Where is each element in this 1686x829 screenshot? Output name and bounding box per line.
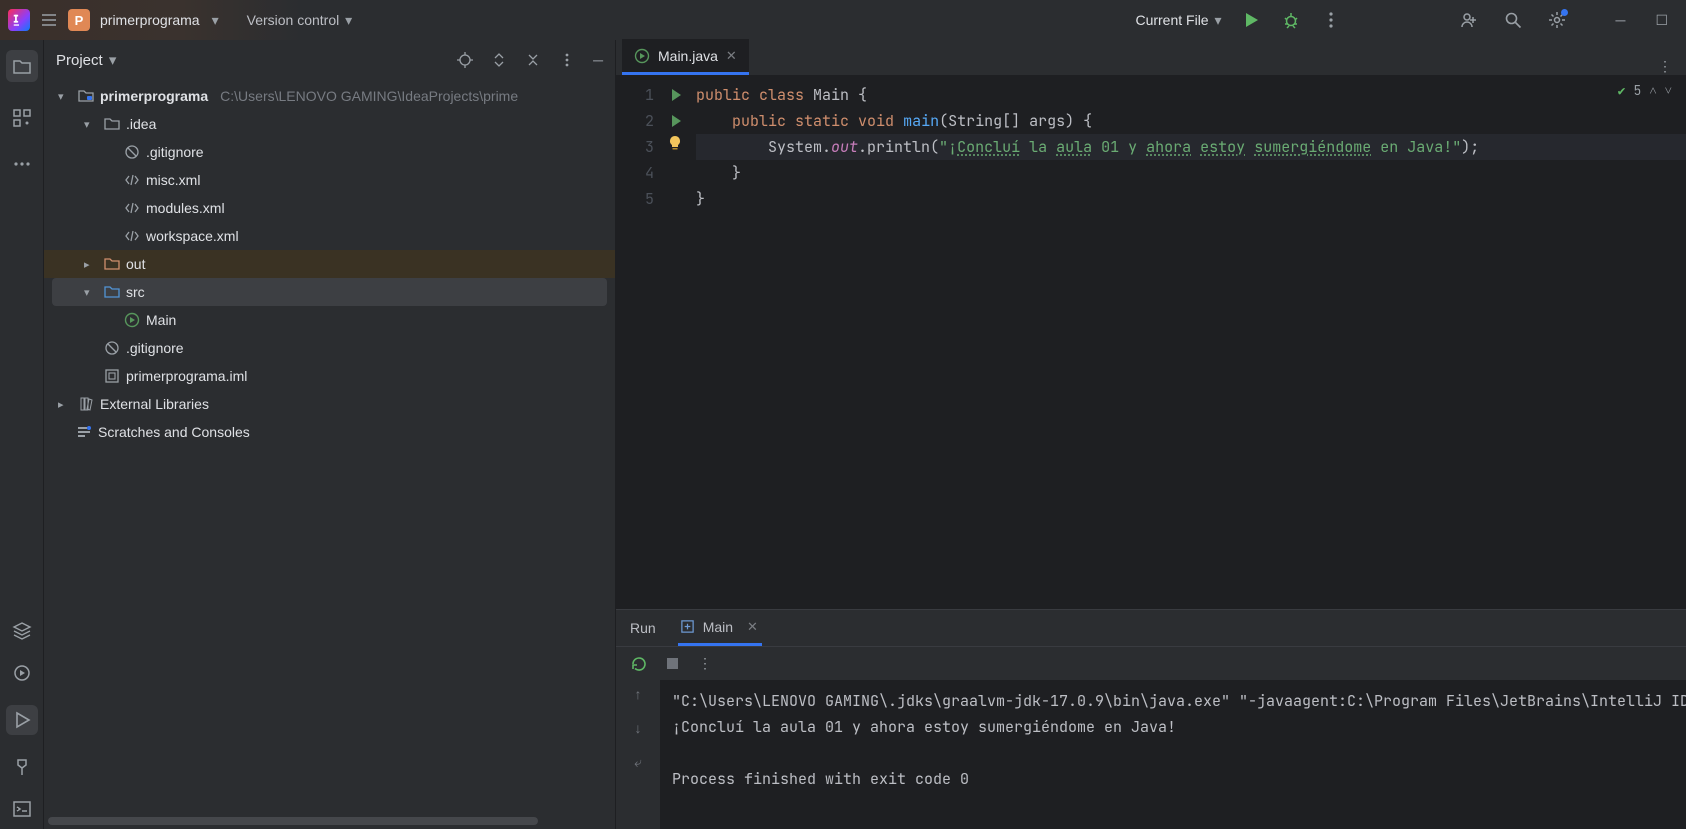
hide-panel-icon[interactable]: ─ xyxy=(593,52,603,68)
editor-area: Main.java ✕ ⋮ 12345 public class Main { … xyxy=(616,40,1686,829)
more-tools-icon[interactable] xyxy=(12,154,32,174)
editor-tab-more-icon[interactable]: ⋮ xyxy=(1644,58,1686,75)
left-tool-strip xyxy=(0,40,44,829)
intention-bulb-icon[interactable] xyxy=(666,134,684,152)
intellij-logo-icon xyxy=(8,9,30,31)
version-control-menu[interactable]: Version control ▾ xyxy=(247,12,353,29)
tree-external-libraries[interactable]: ▸ External Libraries xyxy=(44,390,615,418)
debug-button[interactable] xyxy=(1282,11,1300,29)
tree-scratches[interactable]: Scratches and Consoles xyxy=(44,418,615,446)
run-panel: Run Main ✕ ⋮ ↑ ↓ ⤶ "C:\Users\LENOVO GAMI… xyxy=(616,609,1686,829)
tree-file[interactable]: primerprograma.iml xyxy=(44,362,615,390)
project-panel-header: Project ▾ ─ xyxy=(44,40,615,80)
horizontal-scrollbar[interactable] xyxy=(48,817,538,825)
code-content[interactable]: public class Main { public static void m… xyxy=(690,76,1686,609)
tree-item-label: misc.xml xyxy=(146,172,200,188)
build-tool-icon[interactable] xyxy=(12,757,32,777)
stop-icon[interactable] xyxy=(665,656,680,671)
tree-item-label: .gitignore xyxy=(126,340,184,356)
layers-icon[interactable] xyxy=(12,621,32,641)
console-gutter: ↑ ↓ ⤶ xyxy=(616,680,660,829)
chevron-up-icon[interactable]: ˄ xyxy=(1649,82,1656,99)
gutter-run-icon[interactable] xyxy=(669,114,683,128)
tree-item-path: C:\Users\LENOVO GAMING\IdeaProjects\prim… xyxy=(220,88,518,104)
close-tab-icon[interactable]: ✕ xyxy=(726,48,737,64)
code-editor[interactable]: 12345 public class Main { public static … xyxy=(616,76,1686,609)
more-actions-icon[interactable] xyxy=(1322,11,1340,29)
settings-icon[interactable] xyxy=(1548,11,1566,29)
editor-tab-main[interactable]: Main.java ✕ xyxy=(622,39,749,75)
structure-tool-icon[interactable] xyxy=(12,108,32,128)
soft-wrap-icon[interactable]: ⤶ xyxy=(634,754,642,771)
run-more-icon[interactable]: ⋮ xyxy=(698,655,712,672)
tree-item-label: primerprograma xyxy=(100,88,208,104)
console-output[interactable]: "C:\Users\LENOVO GAMING\.jdks\graalvm-jd… xyxy=(660,680,1686,829)
tree-item-label: External Libraries xyxy=(100,396,209,412)
class-run-icon xyxy=(634,48,650,64)
collapse-all-icon[interactable] xyxy=(525,52,541,68)
tree-item-label: Main xyxy=(146,312,176,328)
tree-file[interactable]: modules.xml xyxy=(44,194,615,222)
run-panel-label[interactable]: Run xyxy=(628,610,660,646)
chevron-down-icon[interactable]: ▾ xyxy=(212,12,219,29)
tree-file[interactable]: .gitignore xyxy=(44,334,615,362)
chevron-down-icon[interactable]: ˅ xyxy=(1665,82,1672,99)
project-panel: Project ▾ ─ ▾ primerprograma C:\Users\LE… xyxy=(44,40,616,829)
close-run-tab-icon[interactable]: ✕ xyxy=(747,619,758,635)
tree-item-label: src xyxy=(126,284,145,300)
expand-all-icon[interactable] xyxy=(491,52,507,68)
minimize-button[interactable]: ─ xyxy=(1616,12,1626,29)
tree-root[interactable]: ▾ primerprograma C:\Users\LENOVO GAMING\… xyxy=(44,82,615,110)
terminal-tool-icon[interactable] xyxy=(12,799,32,819)
run-button[interactable] xyxy=(1242,11,1260,29)
tree-file-main[interactable]: Main xyxy=(44,306,615,334)
tree-item-label: .gitignore xyxy=(146,144,204,160)
title-bar: P primerprograma ▾ Version control ▾ Cur… xyxy=(0,0,1686,40)
project-panel-title[interactable]: Project ▾ xyxy=(56,51,116,69)
tree-item-label: .idea xyxy=(126,116,156,132)
project-tree: ▾ primerprograma C:\Users\LENOVO GAMING\… xyxy=(44,80,615,829)
run-tool-icon[interactable] xyxy=(6,705,38,735)
run-toolbar: ⋮ xyxy=(616,646,1686,680)
code-with-me-icon[interactable] xyxy=(1460,11,1478,29)
maximize-button[interactable]: ☐ xyxy=(1655,12,1668,29)
run-config-tab-label: Main xyxy=(703,619,733,635)
tree-file[interactable]: .gitignore xyxy=(44,138,615,166)
rerun-icon[interactable] xyxy=(630,655,647,672)
tree-item-label: out xyxy=(126,256,145,272)
tree-folder-src[interactable]: ▾ src xyxy=(52,278,607,306)
tree-item-label: primerprograma.iml xyxy=(126,368,247,384)
tree-item-label: workspace.xml xyxy=(146,228,239,244)
run-gutter xyxy=(662,76,690,609)
run-config-tab[interactable]: Main ✕ xyxy=(678,610,762,646)
main-menu-icon[interactable] xyxy=(40,11,58,29)
tree-item-label: Scratches and Consoles xyxy=(98,424,250,440)
gutter-run-icon[interactable] xyxy=(669,88,683,102)
locate-icon[interactable] xyxy=(457,52,473,68)
services-icon[interactable] xyxy=(12,663,32,683)
project-name[interactable]: primerprograma xyxy=(100,12,200,28)
run-panel-tabs: Run Main ✕ xyxy=(616,610,1686,646)
project-badge: P xyxy=(68,9,90,31)
panel-options-icon[interactable] xyxy=(559,52,575,68)
line-number-gutter: 12345 xyxy=(616,76,662,609)
scroll-up-icon[interactable]: ↑ xyxy=(635,686,642,702)
search-icon[interactable] xyxy=(1504,11,1522,29)
tree-folder-out[interactable]: ▸ out xyxy=(44,250,615,278)
tree-item-label: modules.xml xyxy=(146,200,225,216)
tree-folder-idea[interactable]: ▾ .idea xyxy=(44,110,615,138)
project-tool-icon[interactable] xyxy=(6,50,38,82)
tree-file[interactable]: workspace.xml xyxy=(44,222,615,250)
tree-file[interactable]: misc.xml xyxy=(44,166,615,194)
editor-tab-label: Main.java xyxy=(658,48,718,64)
run-config-icon xyxy=(680,619,695,634)
editor-tab-bar: Main.java ✕ ⋮ xyxy=(616,40,1686,76)
scroll-down-icon[interactable]: ↓ xyxy=(635,720,642,736)
inspection-widget[interactable]: ✔5 ˄ ˅ xyxy=(1618,82,1672,99)
run-config-selector[interactable]: Current File ▾ xyxy=(1135,12,1221,29)
